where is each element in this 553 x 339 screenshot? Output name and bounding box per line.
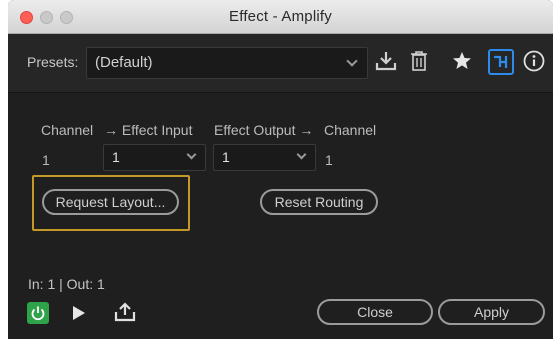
- request-layout-button[interactable]: Request Layout...: [42, 189, 179, 215]
- window-title: Effect - Amplify: [229, 8, 332, 25]
- effect-output-dropdown[interactable]: 1: [213, 144, 316, 171]
- reset-routing-button[interactable]: Reset Routing: [260, 189, 378, 215]
- close-button[interactable]: Close: [317, 299, 433, 325]
- play-icon[interactable]: [72, 305, 86, 321]
- channel-in-header: Channel: [41, 122, 94, 138]
- star-icon[interactable]: [452, 51, 472, 71]
- effect-input-value: 1: [112, 149, 120, 165]
- apply-button[interactable]: Apply: [438, 299, 545, 325]
- channel-in-value: 1: [42, 152, 50, 168]
- routing-icon: [494, 55, 508, 68]
- chevron-down-icon: [296, 149, 307, 160]
- effect-output-value: 1: [222, 149, 230, 165]
- presets-dropdown[interactable]: (Default): [86, 47, 368, 79]
- power-button[interactable]: [27, 302, 49, 324]
- export-icon[interactable]: [114, 302, 136, 322]
- effect-input-header: → Effect Input: [104, 122, 193, 138]
- effect-input-dropdown[interactable]: 1: [103, 144, 206, 171]
- download-preset-icon[interactable]: [375, 51, 397, 71]
- info-icon[interactable]: [523, 50, 545, 72]
- presets-label: Presets:: [27, 54, 79, 70]
- trash-icon[interactable]: [410, 50, 428, 72]
- chevron-down-icon: [346, 55, 358, 67]
- effect-output-header: Effect Output →: [214, 122, 314, 138]
- presets-toolbar: Presets: (Default): [8, 34, 553, 93]
- io-status: In: 1 | Out: 1: [28, 276, 105, 292]
- channel-out-value: 1: [325, 152, 333, 168]
- channel-out-header: Channel: [324, 122, 377, 138]
- chevron-down-icon: [186, 149, 197, 160]
- power-icon: [31, 306, 45, 321]
- routing-toggle-button[interactable]: [488, 49, 514, 75]
- effect-window: Effect - Amplify Presets: (Default) Chan…: [8, 0, 553, 339]
- title-bar: Effect - Amplify: [8, 0, 553, 34]
- presets-value: (Default): [95, 54, 153, 71]
